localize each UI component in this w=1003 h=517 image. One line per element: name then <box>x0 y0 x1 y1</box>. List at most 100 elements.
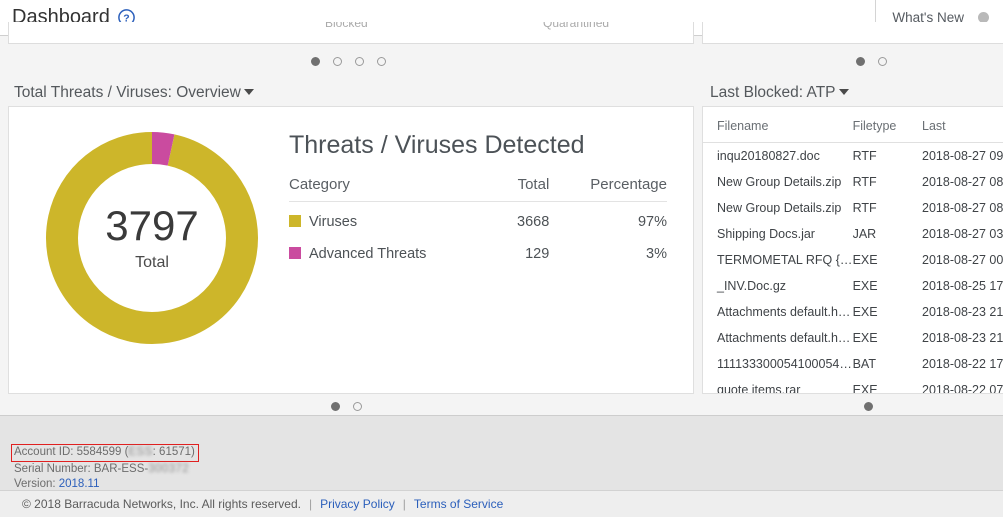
account-id-suffix: : 61571) <box>152 446 195 458</box>
table-row[interactable]: New Group Details.zip RTF 2018-08-27 08 <box>703 195 1003 221</box>
account-id-prefix: Account ID: 5584599 ( <box>14 446 129 458</box>
table-row[interactable]: TERMOMETAL RFQ {… EXE 2018-08-27 00 <box>703 247 1003 273</box>
legend-percentage-cell: 3% <box>646 246 667 262</box>
blocked-col-last[interactable]: Last <box>922 107 1003 143</box>
table-row[interactable]: 111133300054100054… BAT 2018-08-22 17 <box>703 351 1003 377</box>
legend-category-label: Viruses <box>309 214 358 230</box>
blocked-filename-cell: Attachments default.ht… <box>717 331 853 345</box>
table-row[interactable]: New Group Details.zip RTF 2018-08-27 08 <box>703 169 1003 195</box>
table-row[interactable]: inqu20180827.doc RTF 2018-08-27 09 <box>703 143 1003 170</box>
pagination-dot[interactable] <box>333 57 342 66</box>
blocked-filename-cell: New Group Details.zip <box>717 175 842 189</box>
table-row: Advanced Threats 129 3% <box>289 234 667 266</box>
blocked-filetype-cell: EXE <box>852 305 878 319</box>
blocked-last-cell: 2018-08-27 09 <box>922 149 1003 163</box>
pagination-dot[interactable] <box>377 57 386 66</box>
blocked-filename-cell: _INV.Doc.gz <box>717 279 787 293</box>
footer-legal-bar: © 2018 Barracuda Networks, Inc. All righ… <box>0 490 1003 517</box>
version-value: 2018.11 <box>58 478 100 490</box>
right-widget-bottom-pagination[interactable] <box>864 402 873 411</box>
pagination-dot[interactable] <box>331 402 340 411</box>
blocked-col-filename[interactable]: Filename <box>703 107 853 143</box>
blocked-last-cell: 2018-08-23 21 <box>922 305 1003 319</box>
legend-col-category: Category <box>289 176 500 202</box>
left-section-heading[interactable]: Total Threats / Viruses: Overview <box>14 84 254 102</box>
dashboard-scroll-area[interactable]: Blocked Quarantined Total Threats / Viru… <box>0 22 1003 415</box>
threats-panel-title: Threats / Viruses Detected <box>289 131 585 159</box>
blocked-filetype-cell: EXE <box>852 279 878 293</box>
blocked-last-cell: 2018-08-27 08 <box>922 201 1003 215</box>
clipped-widget-above-left: Blocked Quarantined <box>8 22 694 44</box>
blocked-filetype-cell: BAT <box>852 357 876 371</box>
pagination-dot[interactable] <box>311 57 320 66</box>
right-widget-top-pagination[interactable] <box>856 57 887 66</box>
legend-swatch-viruses <box>289 215 301 227</box>
blocked-filetype-cell: RTF <box>852 175 877 189</box>
last-blocked-table-body: inqu20180827.doc RTF 2018-08-27 09 New Grou… <box>703 143 1003 394</box>
blocked-last-cell: 2018-08-27 00 <box>922 253 1003 267</box>
threats-overview-card: 3797 Total Threats / Viruses Detected Ca… <box>8 106 694 394</box>
blocked-last-cell: 2018-08-27 08 <box>922 175 1003 189</box>
footer-separator: | <box>402 497 406 511</box>
donut-total-value: 3797 <box>105 201 199 249</box>
blocked-filename-cell: 111133300054100054… <box>717 357 852 371</box>
last-blocked-card: Filename Filetype Last inqu20180827.doc R… <box>702 106 1003 394</box>
legend-percentage-cell: 97% <box>637 214 667 230</box>
blocked-filetype-cell: EXE <box>852 253 878 267</box>
pagination-dot[interactable] <box>878 57 887 66</box>
threats-legend-block: Threats / Viruses Detected Category Tota… <box>289 131 669 266</box>
blocked-filename-cell: New Group Details.zip <box>717 201 842 215</box>
blocked-filename-cell: TERMOMETAL RFQ {… <box>717 253 853 267</box>
table-row[interactable]: Attachments default.ht… EXE 2018-08-23 21 <box>703 325 1003 351</box>
dashboard-page: Dashboard ? What's New Blocked Quarantin… <box>0 0 1003 517</box>
pagination-dot[interactable] <box>353 402 362 411</box>
serial-number-prefix: Serial Number: BAR-ESS- <box>14 463 149 475</box>
pagination-dot[interactable] <box>864 402 873 411</box>
privacy-policy-link[interactable]: Privacy Policy <box>320 497 395 511</box>
terms-of-service-link[interactable]: Terms of Service <box>414 497 503 511</box>
account-id-line-wrapper: Account ID: 5584599 (ESS: 61571) <box>11 442 199 462</box>
table-row[interactable]: Attachments default.ht… EXE 2018-08-23 21 <box>703 299 1003 325</box>
blocked-last-cell: 2018-08-22 07 <box>922 383 1003 394</box>
left-widget-bottom-pagination[interactable] <box>331 402 362 411</box>
blocked-header-row: Filename Filetype Last <box>703 107 1003 143</box>
legend-category-label: Advanced Threats <box>309 246 427 262</box>
pagination-dot[interactable] <box>856 57 865 66</box>
blocked-col-filetype[interactable]: Filetype <box>852 107 923 143</box>
footer-account-meta: Account ID: 5584599 (ESS: 61571) Serial … <box>11 442 199 492</box>
page-footer: Account ID: 5584599 (ESS: 61571) Serial … <box>0 415 1003 517</box>
legend-swatch-advanced-threats <box>289 247 301 259</box>
chevron-down-icon[interactable] <box>243 89 254 95</box>
table-row[interactable]: _INV.Doc.gz EXE 2018-08-25 17 <box>703 273 1003 299</box>
chevron-down-icon[interactable] <box>838 89 849 95</box>
threats-legend-table: Category Total Percentage Viruses 3668 9… <box>289 176 667 266</box>
pagination-dot[interactable] <box>355 57 364 66</box>
left-section-heading-label: Total Threats / Viruses: Overview <box>14 84 241 101</box>
blocked-last-cell: 2018-08-22 17 <box>922 357 1003 371</box>
donut-center-label-group: 3797 Total <box>41 127 263 349</box>
blocked-last-cell: 2018-08-27 03 <box>922 227 1003 241</box>
clipped-column-label-b: Quarantined <box>543 22 610 30</box>
left-widget-top-pagination[interactable] <box>311 57 386 66</box>
blocked-filetype-cell: JAR <box>852 227 877 241</box>
blocked-filetype-cell: EXE <box>852 331 878 345</box>
blocked-filetype-cell: EXE <box>852 383 878 394</box>
table-row[interactable]: Shipping Docs.jar JAR 2018-08-27 03 <box>703 221 1003 247</box>
account-id-redacted-value: ESS <box>128 446 153 458</box>
blocked-last-cell: 2018-08-23 21 <box>922 331 1003 345</box>
threats-donut-chart: 3797 Total <box>41 127 263 349</box>
right-section-heading-label: Last Blocked: ATP <box>710 84 836 101</box>
right-section-heading[interactable]: Last Blocked: ATP <box>710 84 849 102</box>
blocked-filename-cell: Shipping Docs.jar <box>717 227 815 241</box>
serial-number-line: Serial Number: BAR-ESS-300372 <box>14 462 199 477</box>
blocked-filetype-cell: RTF <box>852 201 877 215</box>
serial-number-redacted-value: 300372 <box>148 463 189 475</box>
legend-col-total: Total <box>499 176 550 202</box>
account-id-line: Account ID: 5584599 (ESS: 61571) <box>11 444 199 462</box>
donut-total-label: Total <box>135 253 169 271</box>
table-row[interactable]: quote items.rar EXE 2018-08-22 07 <box>703 377 1003 394</box>
last-blocked-table: Filename Filetype Last inqu20180827.doc R… <box>703 107 1003 394</box>
legend-col-percentage: Percentage <box>549 176 667 202</box>
legend-category-cell: Viruses <box>289 202 500 235</box>
clipped-column-label-a: Blocked <box>325 22 368 30</box>
